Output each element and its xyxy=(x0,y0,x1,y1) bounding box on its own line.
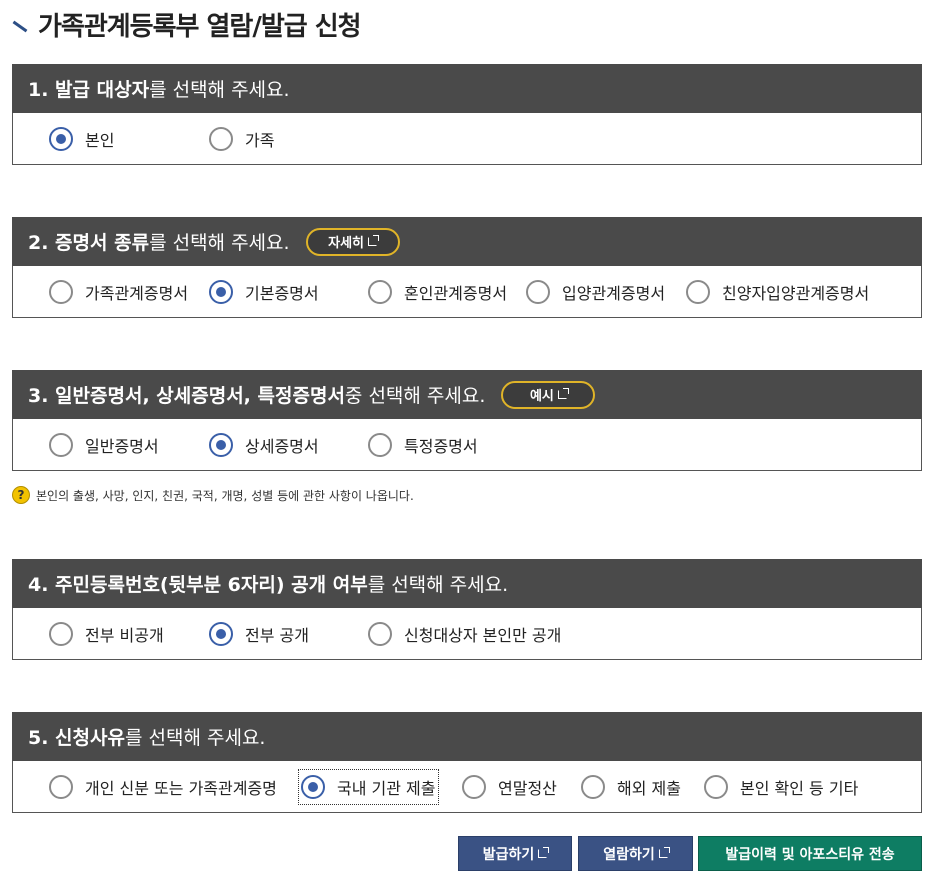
option-label: 국내 기관 제출 xyxy=(337,779,436,798)
option-label: 전부 공개 xyxy=(245,626,309,645)
apostille-send-button[interactable]: 발급이력 및 아포스티유 전송 xyxy=(698,836,922,871)
radio-button-selected[interactable] xyxy=(209,622,233,646)
option-label: 혼인관계증명서 xyxy=(404,284,508,303)
section-target: 1. 발급 대상자 를 선택해 주세요. 본인 가족 xyxy=(12,64,922,165)
radio-button-selected[interactable] xyxy=(49,127,73,151)
option-label: 가족 xyxy=(245,131,275,150)
section-header: 1. 발급 대상자 를 선택해 주세요. xyxy=(12,64,922,113)
section-rrn-disclosure: 4. 주민등록번호(뒷부분 6자리) 공개 여부 를 선택해 주세요. 전부 비공… xyxy=(12,559,922,660)
radio-button[interactable] xyxy=(462,775,486,799)
section-header-bold: 4. 주민등록번호(뒷부분 6자리) 공개 여부 xyxy=(28,574,368,596)
option-label: 입양관계증명서 xyxy=(562,284,666,303)
option-label: 일반증명서 xyxy=(85,437,159,456)
option-label: 신청대상자 본인만 공개 xyxy=(404,626,562,645)
radio-option-specific[interactable]: 특정증명서 xyxy=(368,419,478,471)
section-header: 4. 주민등록번호(뒷부분 6자리) 공개 여부 를 선택해 주세요. xyxy=(12,559,922,608)
radio-button[interactable] xyxy=(704,775,728,799)
option-label: 해외 제출 xyxy=(617,779,681,798)
radio-button[interactable] xyxy=(49,775,73,799)
external-link-icon xyxy=(658,847,670,858)
radio-option-all-private[interactable]: 전부 비공개 xyxy=(49,608,164,660)
section-cert-type: 2. 증명서 종류 를 선택해 주세요. 자세히 가족관계증명서 기본증명서 혼인… xyxy=(12,217,922,318)
radio-button[interactable] xyxy=(49,280,73,304)
page-title: 가족관계등록부 열람/발급 신청 xyxy=(12,8,362,42)
view-button-label: 열람하기 xyxy=(603,846,655,863)
section-cert-detail: 3. 일반증명서, 상세증명서, 특정증명서 중 선택해 주세요. 예시 일반증… xyxy=(12,370,922,471)
detail-button[interactable]: 자세히 xyxy=(305,227,400,256)
radio-option-other[interactable]: 본인 확인 등 기타 xyxy=(704,761,858,813)
option-label: 상세증명서 xyxy=(245,437,319,456)
option-label: 본인 xyxy=(85,131,115,150)
radio-button[interactable] xyxy=(368,433,392,457)
radio-option-self-only[interactable]: 신청대상자 본인만 공개 xyxy=(368,608,561,660)
apostille-send-button-label: 발급이력 및 아포스티유 전송 xyxy=(725,846,895,863)
radio-button[interactable] xyxy=(49,433,73,457)
section-header-bold: 5. 신청사유 xyxy=(28,727,125,749)
radio-button[interactable] xyxy=(49,622,73,646)
radio-option-family[interactable]: 가족 xyxy=(209,113,274,165)
options-row: 본인 가족 xyxy=(12,113,922,165)
radio-option-family-relation[interactable]: 가족관계증명서 xyxy=(49,266,188,318)
radio-button[interactable] xyxy=(526,280,550,304)
option-label: 특정증명서 xyxy=(404,437,478,456)
option-label: 연말정산 xyxy=(498,779,557,798)
radio-button[interactable] xyxy=(368,280,392,304)
radio-button-selected[interactable] xyxy=(209,280,233,304)
section-header-rest: 를 선택해 주세요. xyxy=(124,727,266,749)
radio-button-selected[interactable] xyxy=(209,433,233,457)
radio-option-full-adoption[interactable]: 친양자입양관계증명서 xyxy=(686,266,869,318)
radio-option-all-public[interactable]: 전부 공개 xyxy=(209,608,309,660)
radio-option-basic[interactable]: 기본증명서 xyxy=(209,266,319,318)
options-row: 전부 비공개 전부 공개 신청대상자 본인만 공개 xyxy=(12,608,922,660)
external-link-icon xyxy=(368,235,379,246)
radio-option-domestic[interactable]: 국내 기관 제출 xyxy=(298,769,439,805)
radio-button[interactable] xyxy=(368,622,392,646)
options-row: 가족관계증명서 기본증명서 혼인관계증명서 입양관계증명서 친양자입양관계증명서 xyxy=(12,266,922,318)
detail-button-label: 자세히 xyxy=(328,236,364,251)
radio-option-self[interactable]: 본인 xyxy=(49,113,114,165)
option-label: 전부 비공개 xyxy=(85,626,164,645)
view-button[interactable]: 열람하기 xyxy=(578,836,693,871)
options-row: 일반증명서 상세증명서 특정증명서 xyxy=(12,419,922,471)
radio-option-identity[interactable]: 개인 신분 또는 가족관계증명 xyxy=(49,761,277,813)
external-link-icon xyxy=(538,847,550,858)
help-note: ? 본인의 출생, 사망, 인지, 친권, 국적, 개명, 성별 등에 관한 사… xyxy=(12,486,414,504)
radio-button[interactable] xyxy=(209,127,233,151)
issue-button[interactable]: 발급하기 xyxy=(458,836,572,871)
radio-option-adoption[interactable]: 입양관계증명서 xyxy=(526,266,665,318)
radio-button-selected[interactable] xyxy=(301,775,325,799)
example-button-label: 예시 xyxy=(529,389,554,404)
example-button[interactable]: 예시 xyxy=(501,380,596,409)
radio-option-general[interactable]: 일반증명서 xyxy=(49,419,159,471)
option-label: 친양자입양관계증명서 xyxy=(722,284,870,303)
external-link-icon xyxy=(557,388,569,399)
section-header-bold: 1. 발급 대상자 xyxy=(28,79,150,101)
option-label: 본인 확인 등 기타 xyxy=(740,779,859,798)
question-icon: ? xyxy=(12,486,30,504)
issue-button-label: 발급하기 xyxy=(482,846,535,863)
page-title-text: 가족관계등록부 열람/발급 신청 xyxy=(38,11,362,42)
radio-option-marriage[interactable]: 혼인관계증명서 xyxy=(368,266,507,318)
section-header-rest: 를 선택해 주세요. xyxy=(149,232,290,254)
radio-button[interactable] xyxy=(686,280,710,304)
section-header-bold: 2. 증명서 종류 xyxy=(28,232,150,254)
section-header-rest: 중 선택해 주세요. xyxy=(344,385,486,407)
radio-option-detailed[interactable]: 상세증명서 xyxy=(209,419,319,471)
option-label: 가족관계증명서 xyxy=(85,284,189,303)
section-header-rest: 를 선택해 주세요. xyxy=(149,79,290,101)
option-label: 기본증명서 xyxy=(245,284,319,303)
section-header-rest: 를 선택해 주세요. xyxy=(367,574,509,596)
section-header: 2. 증명서 종류 를 선택해 주세요. 자세히 xyxy=(12,217,922,266)
section-header-bold: 3. 일반증명서, 상세증명서, 특정증명서 xyxy=(28,385,345,407)
radio-button[interactable] xyxy=(581,775,605,799)
radio-option-overseas[interactable]: 해외 제출 xyxy=(581,761,681,813)
option-label: 개인 신분 또는 가족관계증명 xyxy=(85,779,277,798)
help-note-text: 본인의 출생, 사망, 인지, 친권, 국적, 개명, 성별 등에 관한 사항이… xyxy=(36,488,414,503)
options-row: 개인 신분 또는 가족관계증명 국내 기관 제출 연말정산 해외 제출 본인 확… xyxy=(12,761,922,813)
title-mark-icon xyxy=(12,20,28,32)
radio-option-year-end[interactable]: 연말정산 xyxy=(462,761,557,813)
section-reason: 5. 신청사유 를 선택해 주세요. 개인 신분 또는 가족관계증명 국내 기관 … xyxy=(12,712,922,813)
section-header: 5. 신청사유 를 선택해 주세요. xyxy=(12,712,922,761)
section-header: 3. 일반증명서, 상세증명서, 특정증명서 중 선택해 주세요. 예시 xyxy=(12,370,922,419)
